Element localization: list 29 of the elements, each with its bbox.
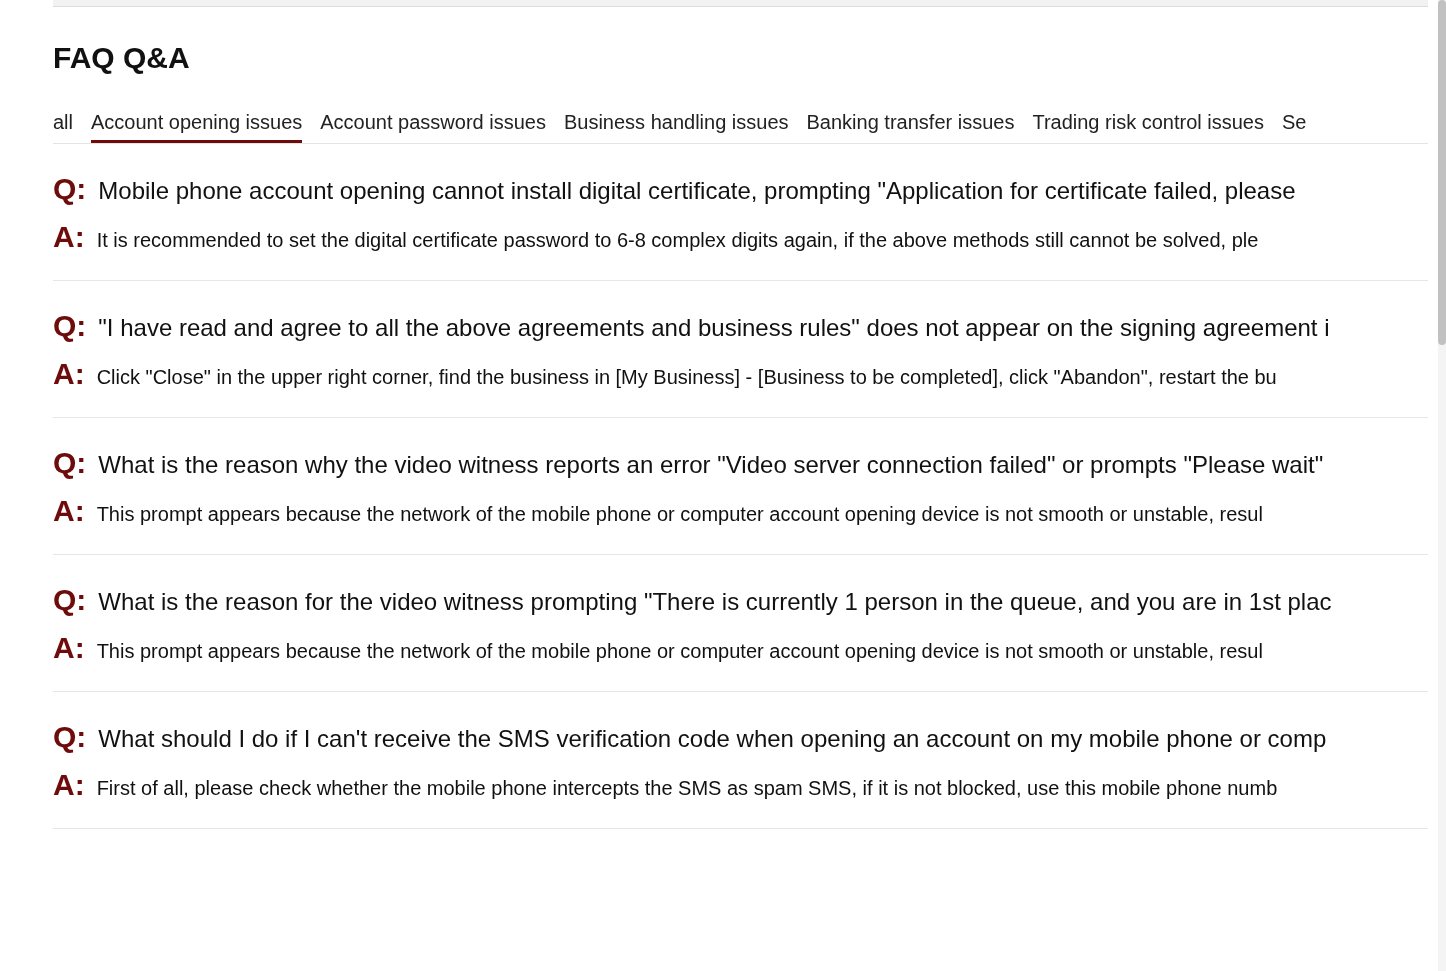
category-tab[interactable]: Trading risk control issues (1032, 111, 1264, 143)
answer-text: It is recommended to set the digital certificate password to 6-8 complex digits again, if the above methods still cannot be solved, ple (96, 228, 1259, 253)
answer-text: This prompt appears because the network of the mobile phone or computer account opening device is not smooth or unstable, resul (96, 639, 1263, 664)
category-tab[interactable]: Banking transfer issues (806, 111, 1015, 143)
answer-text: First of all, please check whether the mobile phone intercepts the SMS as spam SMS, if it is not blocked, use this mobile phone numb (96, 776, 1278, 801)
answer-label: A: (53, 220, 85, 254)
answer-text: Click "Close" in the upper right corner, find the business in [My Business] - [Business to be completed], click "Abandon", restart the bu (96, 365, 1277, 390)
question-text: What should I do if I can't receive the SMS verification code when opening an account on my mobile phone or comp (98, 724, 1327, 754)
answer-label: A: (53, 494, 85, 528)
answer-label: A: (53, 631, 85, 665)
category-tab[interactable]: Account password issues (320, 111, 546, 143)
question-label: Q: (53, 583, 87, 617)
category-tab[interactable]: all (53, 111, 73, 143)
answer-label: A: (53, 768, 85, 802)
category-tab[interactable]: Business handling issues (563, 111, 789, 143)
question-label: Q: (53, 172, 87, 206)
page-title: FAQ Q&A (53, 41, 191, 75)
scrollbar-thumb[interactable] (1438, 0, 1446, 345)
question-text: Mobile phone account opening cannot install digital certificate, prompting "Application for certificate failed, please (98, 176, 1296, 206)
question-text: What is the reason why the video witness reports an error "Video server connection failed" or prompts "Please wait" (98, 450, 1324, 480)
question-text: What is the reason for the video witness prompting "There is currently 1 person in the queue, and you are in 1st plac (98, 587, 1332, 617)
question-label: Q: (53, 446, 87, 480)
question-label: Q: (53, 309, 87, 343)
category-tab[interactable]: Account opening issues (91, 111, 303, 143)
answer-text: This prompt appears because the network of the mobile phone or computer account opening device is not smooth or unstable, resul (96, 502, 1263, 527)
question-label: Q: (53, 720, 87, 754)
answer-label: A: (53, 357, 85, 391)
category-tab[interactable]: Se (1282, 111, 1307, 143)
question-text: "I have read and agree to all the above agreements and business rules" does not appear on the signing agreement i (98, 313, 1330, 343)
